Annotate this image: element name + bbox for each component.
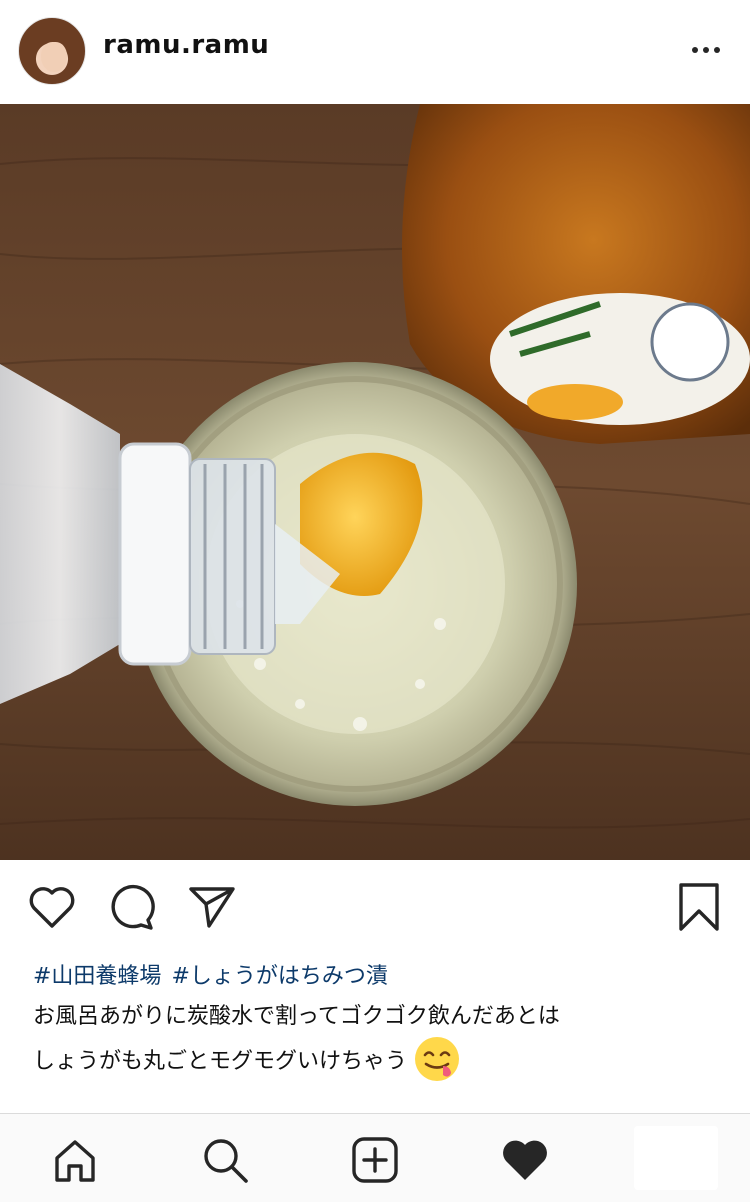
avatar-face bbox=[41, 41, 67, 73]
nav-search[interactable] bbox=[199, 1134, 251, 1186]
save-button[interactable] bbox=[672, 880, 726, 934]
post-photo[interactable] bbox=[0, 104, 750, 860]
caption-line: お風呂あがりに炭酸水で割ってゴクゴク飲んだあとは bbox=[33, 1004, 560, 1029]
caption-line-text: しょうがも丸ごとモグモグいけちゃう bbox=[33, 1049, 408, 1074]
post-caption: #山田養蜂場 #しょうがはちみつ漬 お風呂あがりに炭酸水で割ってゴクゴク飲んだあと… bbox=[33, 958, 723, 1086]
search-icon bbox=[204, 1139, 248, 1183]
nav-activity[interactable] bbox=[499, 1134, 551, 1186]
bottom-nav bbox=[0, 1114, 750, 1202]
caption-line-last: しょうがも丸ごとモグモグいけちゃう bbox=[33, 1037, 723, 1086]
nav-profile-placeholder[interactable] bbox=[634, 1126, 718, 1190]
hashtag-link[interactable]: #しょうがはちみつ漬 bbox=[171, 964, 387, 989]
add-post-icon bbox=[352, 1137, 398, 1183]
hashtag-link[interactable]: #山田養蜂場 bbox=[33, 964, 161, 989]
nav-add-post[interactable] bbox=[349, 1134, 401, 1186]
activity-heart-icon bbox=[503, 1140, 547, 1180]
share-button[interactable] bbox=[185, 880, 239, 934]
post-actions bbox=[0, 860, 750, 950]
username[interactable]: ramu.ramu bbox=[103, 30, 269, 60]
nav-home[interactable] bbox=[49, 1134, 101, 1186]
home-icon bbox=[55, 1140, 95, 1182]
more-options-icon[interactable] bbox=[688, 38, 724, 62]
heart-outline-icon bbox=[29, 887, 75, 928]
bookmark-icon bbox=[679, 883, 719, 931]
comment-button[interactable] bbox=[105, 880, 159, 934]
post-header: ramu.ramu bbox=[0, 0, 750, 104]
send-icon bbox=[189, 887, 235, 928]
photo-illustration bbox=[0, 104, 750, 860]
profile-avatar[interactable] bbox=[18, 17, 86, 85]
like-button[interactable] bbox=[25, 880, 79, 934]
comment-icon bbox=[111, 884, 155, 930]
hashtag-row: #山田養蜂場 #しょうがはちみつ漬 bbox=[33, 958, 723, 996]
yum-face-emoji bbox=[415, 1037, 460, 1081]
